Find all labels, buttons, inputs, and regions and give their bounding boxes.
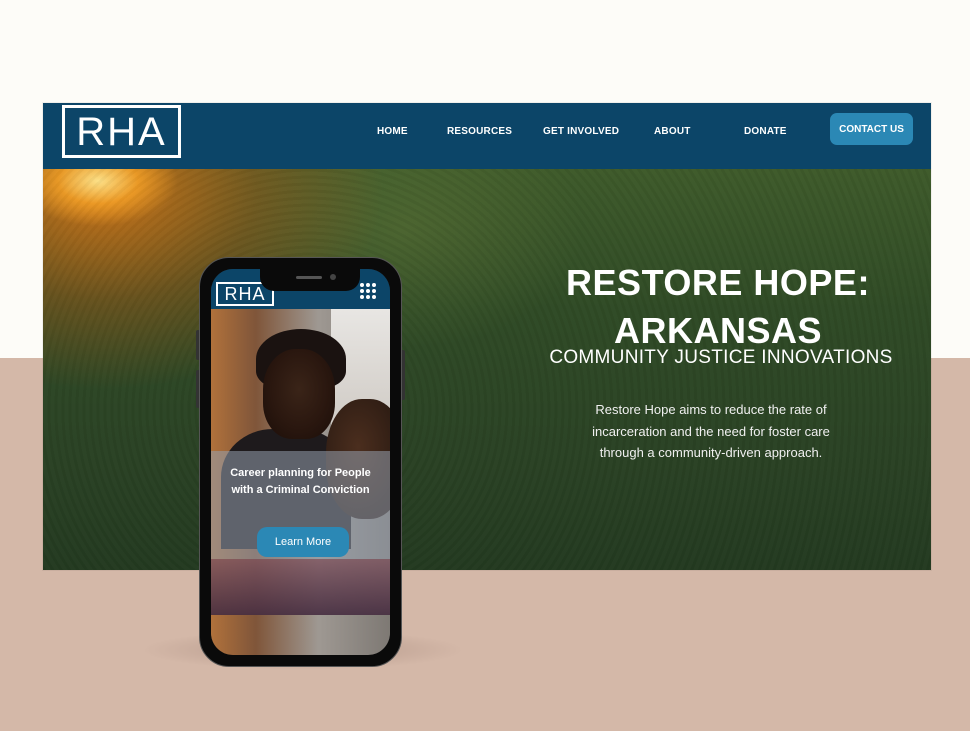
phone-camera: [330, 274, 336, 280]
mobile-logo-text: RHA: [224, 284, 266, 304]
contact-us-button[interactable]: CONTACT US: [830, 113, 913, 145]
phone-speaker: [296, 276, 322, 279]
mobile-hero-headline: Career planning for People with a Crimin…: [230, 467, 371, 496]
nav-about[interactable]: ABOUT: [654, 126, 691, 137]
hero-subtitle: COMMUNITY JUSTICE INNOVATIONS: [549, 347, 893, 368]
hero-title: RESTORE HOPE: ARKANSAS: [533, 259, 903, 355]
photo-person-face: [263, 349, 335, 439]
nav-home[interactable]: HOME: [377, 126, 408, 137]
hero-section: RESTORE HOPE: ARKANSAS COMMUNITY JUSTICE…: [43, 169, 931, 570]
phone-screen: RHA Career planning for People with a Cr…: [211, 269, 390, 655]
grid-menu-icon[interactable]: [360, 283, 376, 299]
learn-more-button[interactable]: Learn More: [257, 527, 349, 557]
hero-title-line1: RESTORE HOPE:: [566, 262, 870, 303]
mobile-hero-bottom: [211, 559, 390, 615]
nav-donate[interactable]: DONATE: [744, 126, 787, 137]
hero-description: Restore Hope aims to reduce the rate of …: [592, 402, 830, 460]
nav-resources[interactable]: RESOURCES: [447, 126, 512, 137]
logo-text: RHA: [76, 109, 167, 154]
top-navbar: RHA HOME RESOURCES GET INVOLVED ABOUT DO…: [43, 103, 931, 170]
nav-get-involved[interactable]: GET INVOLVED: [543, 126, 619, 137]
desktop-website-mockup: RHA HOME RESOURCES GET INVOLVED ABOUT DO…: [43, 103, 931, 570]
logo[interactable]: RHA: [62, 105, 181, 158]
phone-notch: [260, 269, 360, 291]
mobile-phone-mockup: RHA Career planning for People with a Cr…: [199, 257, 402, 667]
